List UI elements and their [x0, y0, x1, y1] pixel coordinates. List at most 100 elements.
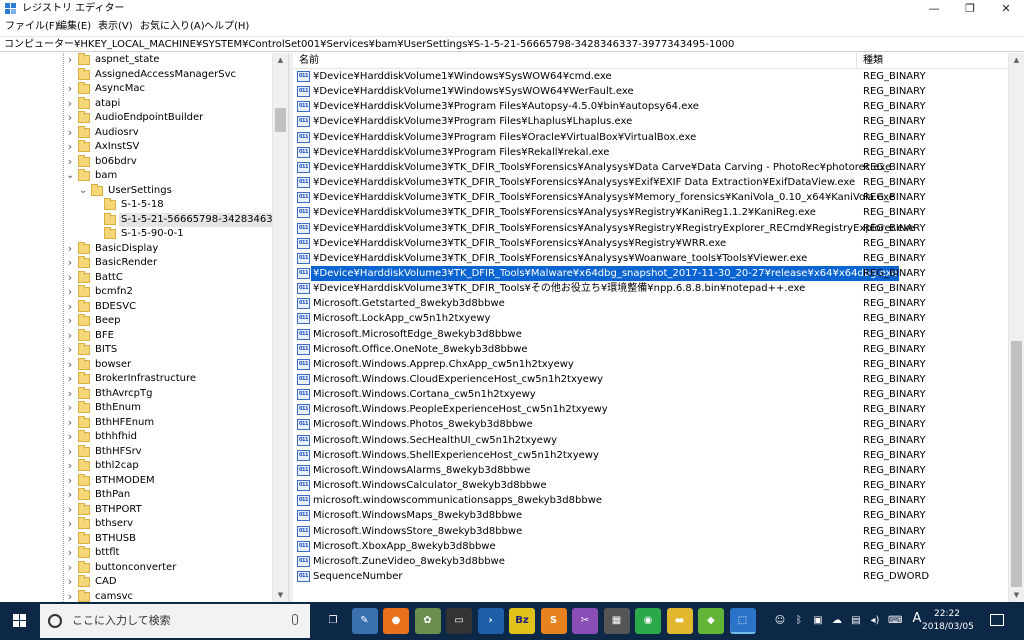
registry-value-row[interactable]: 011 Microsoft.Windows.Photos_8wekyb3d8bbw…: [293, 417, 1008, 432]
tree-node[interactable]: › BTHPORT: [0, 502, 272, 517]
tree-scrollbar[interactable]: ▲ ▼: [272, 53, 288, 602]
firefox-icon[interactable]: ●: [383, 608, 409, 634]
tree-node[interactable]: › BasicDisplay: [0, 241, 272, 256]
chevron-right-icon[interactable]: ›: [66, 402, 74, 413]
tree-node[interactable]: › atapi: [0, 96, 272, 111]
tree-node[interactable]: S-1-5-90-0-1: [0, 227, 272, 241]
network-icon[interactable]: ▤: [850, 615, 862, 627]
tree-node[interactable]: › aspnet_state: [0, 53, 272, 67]
menu-view[interactable]: 表示(V): [98, 20, 133, 34]
scroll-up-arrow-icon[interactable]: ▲: [273, 53, 288, 67]
registry-value-row[interactable]: 011 ¥Device¥HarddiskVolume1¥Windows¥SysWO…: [293, 69, 1008, 84]
green-app-icon[interactable]: ◆: [698, 608, 724, 634]
chevron-right-icon[interactable]: ›: [66, 315, 74, 326]
registry-value-row[interactable]: 011 Microsoft.WindowsStore_8wekyb3d8bbwe R…: [293, 524, 1008, 539]
registry-value-row[interactable]: 011 Microsoft.Windows.Cortana_cw5n1h2txye…: [293, 387, 1008, 402]
powershell-icon[interactable]: ›: [477, 608, 504, 634]
registry-value-row[interactable]: 011 ¥Device¥HarddiskVolume1¥Windows¥SysWO…: [293, 84, 1008, 99]
registry-value-row[interactable]: 011 Microsoft.Office.OneNote_8wekyb3d8bbw…: [293, 342, 1008, 357]
chevron-right-icon[interactable]: ›: [66, 54, 74, 65]
registry-value-row[interactable]: 011 Microsoft.XboxApp_8wekyb3d8bbwe REG_BI…: [293, 539, 1008, 554]
list-scrollbar-thumb[interactable]: [1011, 341, 1022, 587]
tree-node[interactable]: › BthHFSrv: [0, 444, 272, 459]
registry-value-row[interactable]: 011 Microsoft.WindowsCalculator_8wekyb3d8…: [293, 478, 1008, 493]
maximize-button[interactable]: ❐: [952, 0, 988, 18]
registry-value-row[interactable]: 011 Microsoft.Windows.PeopleExperienceHos…: [293, 402, 1008, 417]
tree-node[interactable]: › b06bdrv: [0, 154, 272, 169]
snipping-icon[interactable]: ✂: [572, 608, 598, 634]
registry-value-row[interactable]: 011 Microsoft.WindowsMaps_8wekyb3d8bbwe RE…: [293, 508, 1008, 523]
address-path[interactable]: コンピューター¥HKEY_LOCAL_MACHINE¥SYSTEM¥Contro…: [4, 38, 734, 51]
sublime-icon[interactable]: S: [540, 608, 567, 634]
tree-node[interactable]: › AxInstSV: [0, 140, 272, 154]
chevron-right-icon[interactable]: ›: [66, 98, 74, 109]
tree-node[interactable]: ⌄ UserSettings: [0, 183, 272, 198]
bz-icon[interactable]: Bz: [509, 608, 535, 634]
chevron-right-icon[interactable]: ›: [66, 504, 74, 515]
scroll-down-arrow-icon[interactable]: ▼: [273, 588, 288, 602]
terminal-icon[interactable]: ▭: [446, 608, 472, 634]
registry-value-row[interactable]: 011 Microsoft.Windows.ShellExperienceHost…: [293, 448, 1008, 463]
chevron-right-icon[interactable]: ›: [66, 156, 74, 167]
tree-node[interactable]: › AsyncMac: [0, 82, 272, 96]
registry-value-row[interactable]: 011 ¥Device¥HarddiskVolume3¥Program Files…: [293, 130, 1008, 145]
chevron-right-icon[interactable]: ›: [66, 272, 74, 283]
tree-node[interactable]: AssignedAccessManagerSvc: [0, 67, 272, 82]
tree-node[interactable]: › bthserv: [0, 517, 272, 531]
chevron-right-icon[interactable]: ›: [66, 562, 74, 573]
calculator-icon[interactable]: ▦: [603, 608, 630, 634]
column-header-name[interactable]: 名前: [293, 53, 857, 69]
chevron-right-icon[interactable]: ›: [66, 475, 74, 486]
tree-node[interactable]: › BrokerInfrastructure: [0, 372, 272, 386]
chevron-right-icon[interactable]: ›: [66, 243, 74, 254]
chevron-right-icon[interactable]: ›: [66, 373, 74, 384]
registry-value-row[interactable]: 011 ¥Device¥HarddiskVolume3¥TK_DFIR_Tools…: [293, 281, 1008, 296]
registry-value-row[interactable]: 011 Microsoft.LockApp_cw5n1h2txyewy REG_BI…: [293, 311, 1008, 326]
tree-node[interactable]: › BattC: [0, 270, 272, 285]
chevron-right-icon[interactable]: ›: [66, 533, 74, 544]
vmware-icon[interactable]: ▣: [812, 615, 824, 627]
tree-node[interactable]: › bthhfhid: [0, 430, 272, 444]
title-bar[interactable]: レジストリ エディター — ❐ ✕: [0, 0, 1024, 18]
registry-value-row[interactable]: 011 ¥Device¥HarddiskVolume3¥TK_DFIR_Tools…: [293, 160, 1008, 175]
registry-value-row[interactable]: 011 Microsoft.Windows.CloudExperienceHost…: [293, 372, 1008, 387]
list-scrollbar[interactable]: ▲ ▼: [1008, 53, 1024, 602]
system-clock[interactable]: 22:22 2018/03/05: [922, 608, 974, 634]
registry-value-row[interactable]: 011 ¥Device¥HarddiskVolume3¥TK_DFIR_Tools…: [293, 221, 1008, 236]
chevron-right-icon[interactable]: ›: [66, 257, 74, 268]
tree-node[interactable]: › BthPan: [0, 488, 272, 502]
chevron-right-icon[interactable]: ›: [66, 518, 74, 529]
chevron-right-icon[interactable]: ›: [66, 460, 74, 471]
menu-favorites[interactable]: お気に入り(A): [140, 20, 205, 34]
taskbar-search-box[interactable]: ここに入力して検索: [40, 604, 310, 638]
tree-node[interactable]: › Audiosrv: [0, 125, 272, 140]
notification-center-icon[interactable]: [990, 614, 1004, 626]
start-button[interactable]: [0, 602, 40, 640]
chevron-right-icon[interactable]: ›: [66, 141, 74, 152]
chevron-right-icon[interactable]: ›: [66, 330, 74, 341]
registry-value-row[interactable]: 011 Microsoft.WindowsAlarms_8wekyb3d8bbwe…: [293, 463, 1008, 478]
chevron-down-icon[interactable]: ⌄: [66, 171, 74, 181]
tree-node[interactable]: › BTHUSB: [0, 531, 272, 546]
tree-node[interactable]: › BthAvrcpTg: [0, 386, 272, 401]
column-header-type[interactable]: 種類: [857, 53, 1008, 69]
registry-value-row[interactable]: 011 Microsoft.Windows.Apprep.ChxApp_cw5n1…: [293, 357, 1008, 372]
registry-value-row[interactable]: 011 Microsoft.Getstarted_8wekyb3d8bbwe REG…: [293, 296, 1008, 311]
task-view-icon[interactable]: ❐: [320, 608, 346, 634]
registry-value-row[interactable]: 011 ¥Device¥HarddiskVolume3¥TK_DFIR_Tools…: [293, 205, 1008, 220]
chevron-right-icon[interactable]: ›: [66, 489, 74, 500]
chevron-right-icon[interactable]: ›: [66, 388, 74, 399]
chevron-right-icon[interactable]: ›: [66, 344, 74, 355]
chevron-right-icon[interactable]: ›: [66, 286, 74, 297]
tree-node[interactable]: › bcmfn2: [0, 285, 272, 299]
registry-value-row[interactable]: 011 ¥Device¥HarddiskVolume3¥Program Files…: [293, 145, 1008, 160]
registry-value-row[interactable]: 011 Microsoft.Windows.SecHealthUI_cw5n1h2…: [293, 433, 1008, 448]
chevron-right-icon[interactable]: ›: [66, 112, 74, 123]
menu-help[interactable]: ヘルプ(H): [204, 20, 249, 34]
tree-node[interactable]: S-1-5-21-56665798-3428346337-3977: [0, 212, 288, 227]
registry-value-row[interactable]: 011 ¥Device¥HarddiskVolume3¥TK_DFIR_Tools…: [293, 265, 1008, 281]
chevron-right-icon[interactable]: ›: [66, 301, 74, 312]
scroll-up-arrow-icon[interactable]: ▲: [1009, 53, 1024, 67]
tree-node[interactable]: › BDESVC: [0, 299, 272, 314]
minimize-button[interactable]: —: [916, 0, 952, 18]
